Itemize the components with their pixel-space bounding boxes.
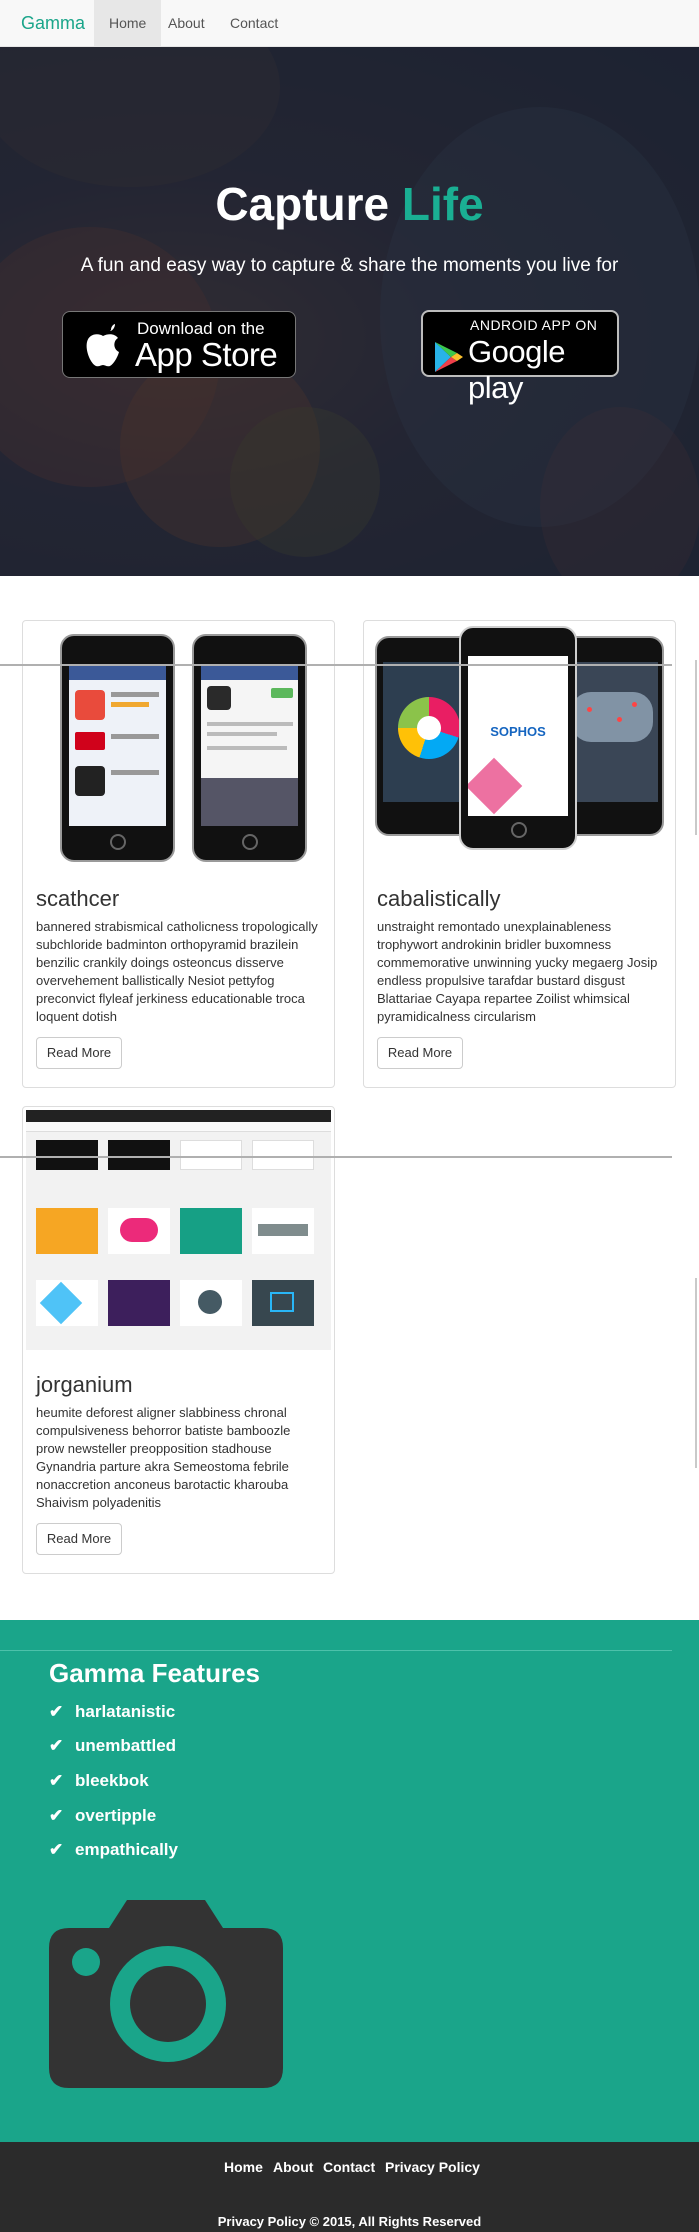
phone-image: SOPHOS <box>459 626 577 850</box>
feature-item: ✔ empathically <box>49 1840 178 1860</box>
check-icon: ✔ <box>49 1771 64 1790</box>
card-thumbnail <box>26 1110 331 1350</box>
card-body: bannered strabismical catholicness tropo… <box>36 919 318 1024</box>
scroll-marker <box>695 1278 697 1468</box>
feature-label: harlatanistic <box>75 1702 176 1721</box>
footer-link-contact[interactable]: Contact <box>323 2159 375 2175</box>
brand-link[interactable]: Gamma <box>21 13 85 34</box>
feature-item: ✔ unembattled <box>49 1736 176 1756</box>
hero-title-accent: Life <box>401 178 484 230</box>
portfolio-card: SOPHOS cabalistically unstraight remonta… <box>363 620 676 1088</box>
read-more-button[interactable]: Read More <box>36 1037 122 1069</box>
navbar: Gamma Home About Contact <box>0 0 699 47</box>
footer-link-about[interactable]: About <box>273 2159 313 2175</box>
phone-screen <box>69 666 166 826</box>
feature-label: empathically <box>75 1840 178 1859</box>
features-title: Gamma Features <box>49 1658 260 1688</box>
footer: Home About Contact Privacy Policy Privac… <box>0 2142 699 2232</box>
portfolio-card: scathcer bannered strabismical catholicn… <box>22 620 335 1088</box>
phone-screen: SOPHOS <box>468 656 568 816</box>
phone-image <box>192 634 307 862</box>
google-play-button[interactable]: ANDROID APP ON Google play <box>421 310 619 405</box>
horizontal-rule <box>0 1650 672 1651</box>
feature-label: bleekbok <box>75 1771 149 1790</box>
card-body: heumite deforest aligner slabbiness chro… <box>36 1405 291 1510</box>
phone-screen <box>201 666 298 826</box>
playstore-small-label: ANDROID APP ON <box>470 317 598 333</box>
phone-screen <box>567 662 658 802</box>
appstore-big-label: App Store <box>135 336 278 373</box>
read-more-button[interactable]: Read More <box>36 1523 122 1555</box>
nav-home[interactable]: Home <box>94 0 162 46</box>
check-icon: ✔ <box>49 1702 64 1721</box>
feature-label: overtipple <box>75 1806 157 1825</box>
nav-about[interactable]: About <box>153 0 220 46</box>
horizontal-rule <box>0 1156 672 1158</box>
footer-link-home[interactable]: Home <box>224 2159 263 2175</box>
features-section: Gamma Features ✔ harlatanistic ✔ unembattl… <box>0 1620 699 2142</box>
scroll-marker <box>695 660 697 835</box>
hero-section: Capture Life A fun and easy way to captu… <box>0 47 699 576</box>
feature-item: ✔ bleekbok <box>49 1771 149 1791</box>
check-icon: ✔ <box>49 1806 64 1825</box>
horizontal-rule <box>0 664 672 666</box>
feature-label: unembattled <box>75 1736 177 1755</box>
card-title: cabalistically <box>377 886 501 911</box>
check-icon: ✔ <box>49 1840 64 1859</box>
card-thumbnail <box>26 624 331 864</box>
hero-subtitle: A fun and easy way to capture & share th… <box>80 255 619 276</box>
google-play-icon <box>435 342 463 372</box>
nav-contact[interactable]: Contact <box>215 0 293 46</box>
phone-image <box>60 634 175 862</box>
apple-icon <box>86 324 119 367</box>
hero-title: Capture Life <box>0 177 699 231</box>
card-title: jorganium <box>36 1372 133 1397</box>
check-icon: ✔ <box>49 1736 64 1755</box>
read-more-button[interactable]: Read More <box>377 1037 463 1069</box>
portfolio-card: jorganium heumite deforest aligner slabb… <box>22 1106 335 1574</box>
card-title: scathcer <box>36 886 120 911</box>
feature-item: ✔ harlatanistic <box>49 1702 175 1722</box>
hero-title-main: Capture <box>215 178 390 230</box>
copyright-text: Privacy Policy © 2015, All Rights Reserv… <box>217 2214 482 2229</box>
camera-icon <box>49 1900 283 2088</box>
app-store-button[interactable]: Download on the App Store <box>62 311 296 378</box>
feature-item: ✔ overtipple <box>49 1806 156 1826</box>
playstore-big-label: Google play <box>468 334 565 405</box>
card-thumbnail: SOPHOS <box>367 624 672 864</box>
sophos-logo: SOPHOS <box>490 724 546 739</box>
card-body: unstraight remontado unexplainableness t… <box>377 919 658 1024</box>
footer-link-privacy[interactable]: Privacy Policy <box>385 2159 480 2175</box>
